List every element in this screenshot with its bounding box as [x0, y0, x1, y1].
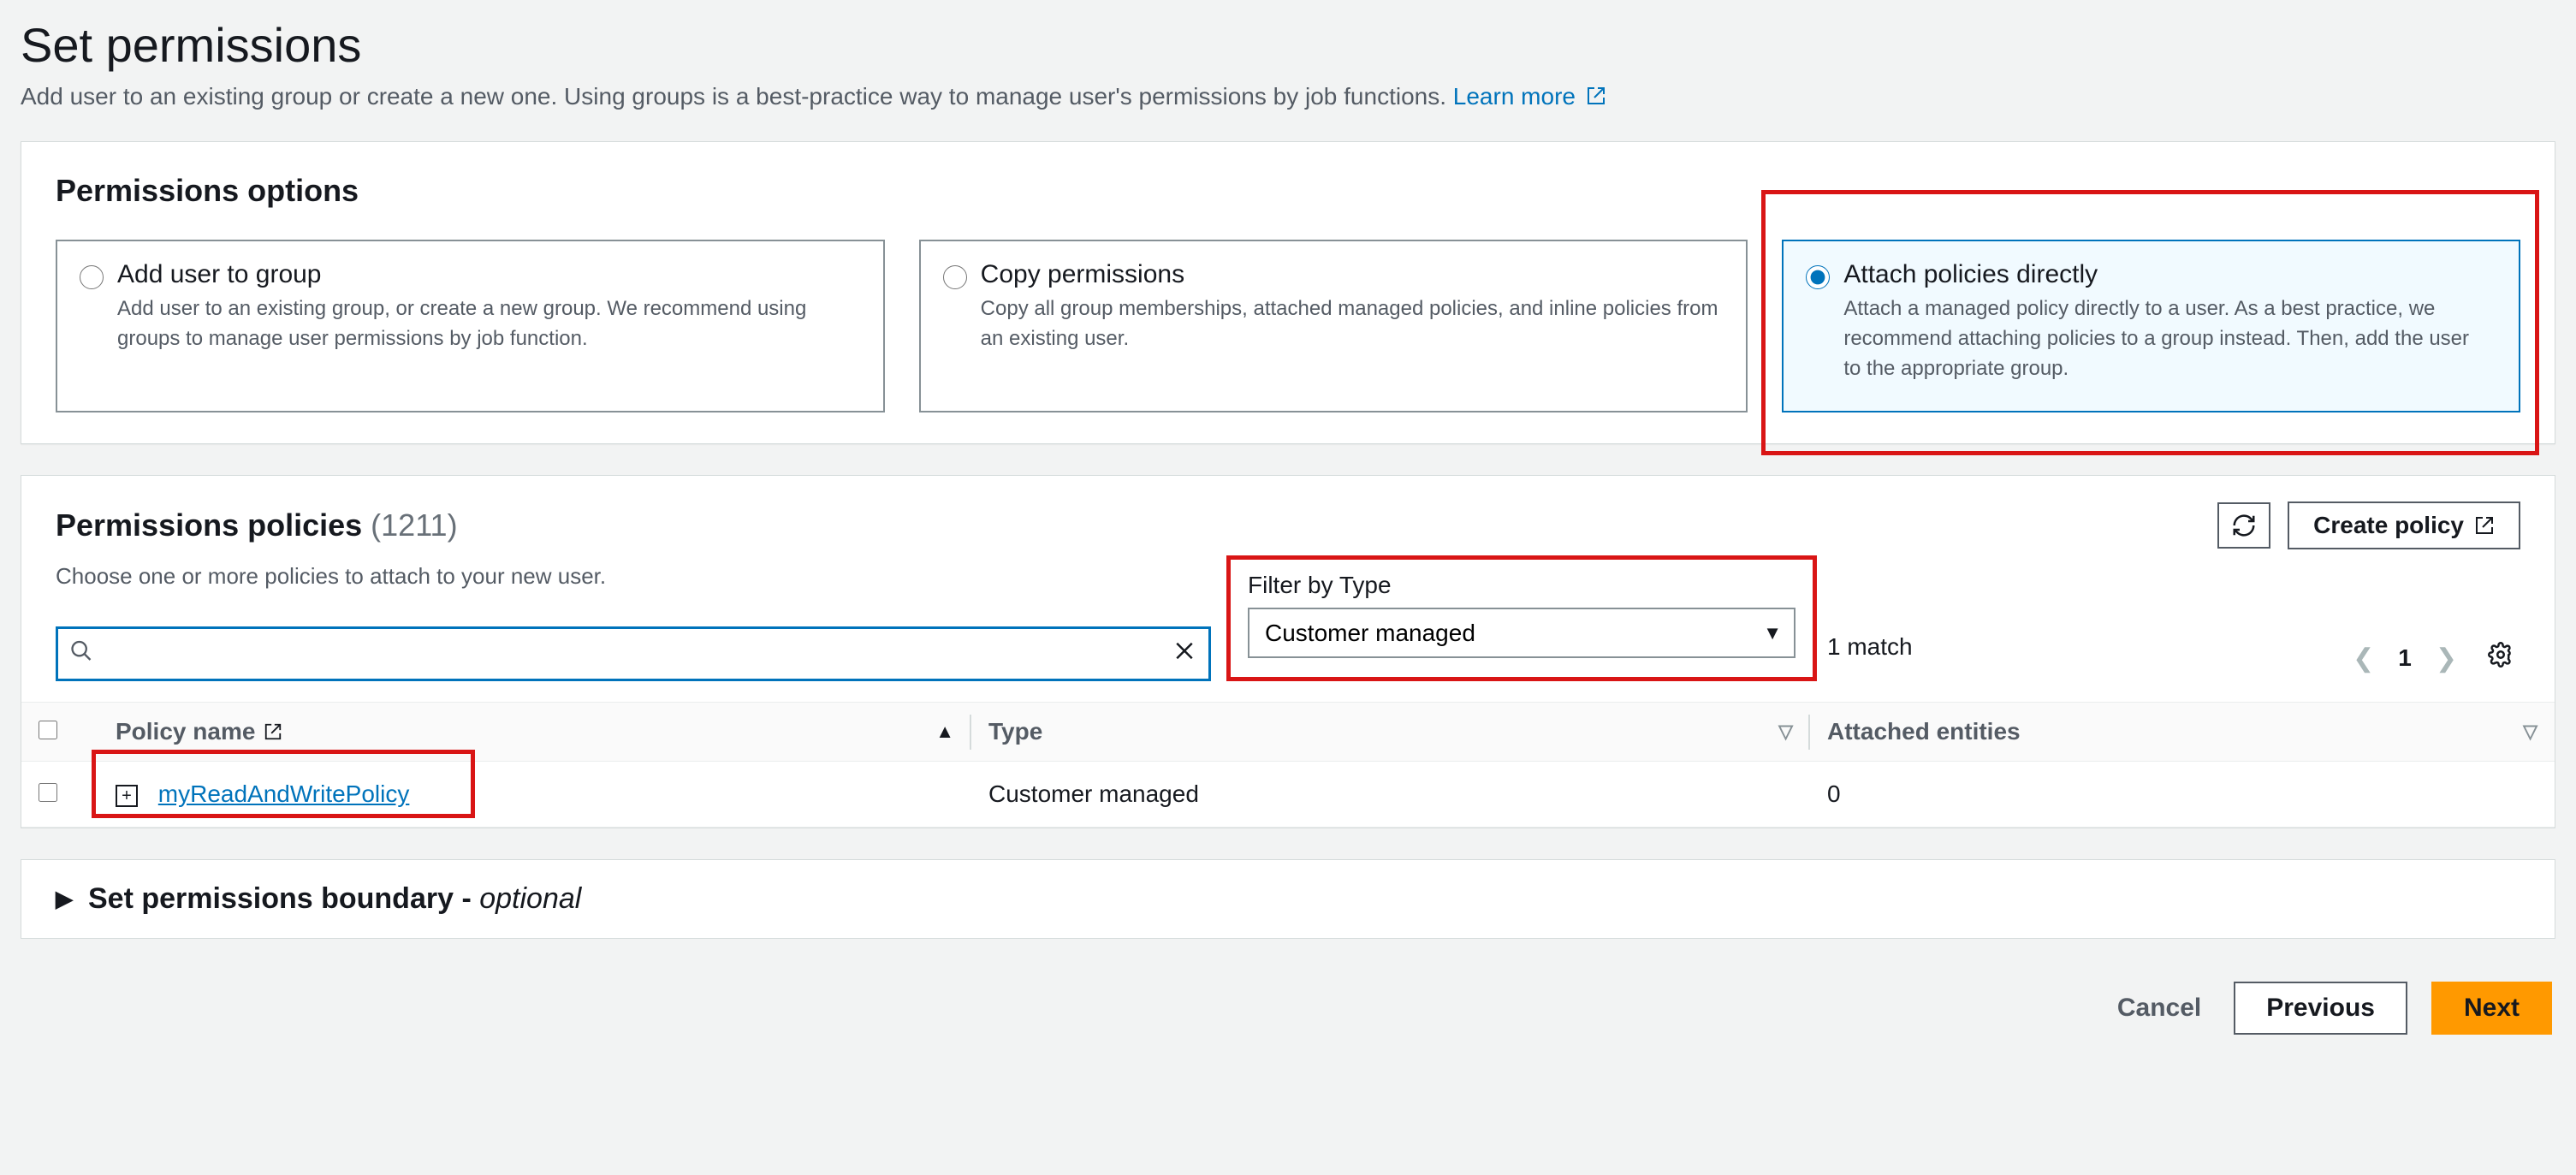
- external-link-icon: [1586, 86, 1606, 106]
- policy-name-link[interactable]: myReadAndWritePolicy: [158, 780, 410, 807]
- refresh-button[interactable]: [2217, 502, 2270, 549]
- permissions-options-heading: Permissions options: [56, 173, 2520, 209]
- permissions-policies-panel: Permissions policies (1211) Create polic…: [21, 475, 2555, 828]
- page-title: Set permissions: [21, 17, 2555, 73]
- row-attached: 0: [1810, 762, 2555, 828]
- permissions-boundary-toggle[interactable]: ▶ Set permissions boundary - optional: [21, 859, 2555, 939]
- col-type[interactable]: Type ▽: [971, 703, 1810, 762]
- boundary-optional: optional: [479, 882, 581, 915]
- option-attach-directly-radio[interactable]: [1806, 265, 1830, 289]
- option-copy-permissions[interactable]: Copy permissions Copy all group membersh…: [919, 240, 1748, 412]
- sort-icon: ▽: [1778, 721, 1793, 743]
- page-prev[interactable]: ❮: [2346, 640, 2381, 677]
- search-icon: [69, 639, 93, 669]
- filter-by-type-select[interactable]: Customer managed: [1248, 608, 1795, 658]
- option-add-to-group[interactable]: Add user to group Add user to an existin…: [56, 240, 885, 412]
- page-description-text: Add user to an existing group or create …: [21, 83, 1453, 110]
- policies-heading: Permissions policies (1211): [56, 507, 458, 543]
- col-attached-entities[interactable]: Attached entities ▽: [1810, 703, 2555, 762]
- option-copy-permissions-desc: Copy all group memberships, attached man…: [981, 294, 1719, 354]
- table-settings-button[interactable]: [2481, 638, 2520, 678]
- sort-asc-icon: ▲: [935, 721, 954, 743]
- option-attach-directly[interactable]: Attach policies directly Attach a manage…: [1782, 240, 2520, 412]
- page-description: Add user to an existing group or create …: [21, 83, 2555, 110]
- refresh-icon: [2231, 513, 2257, 538]
- sort-icon: ▽: [2523, 721, 2537, 743]
- option-add-to-group-radio[interactable]: [80, 265, 104, 289]
- permissions-options-panel: Permissions options Add user to group Ad…: [21, 141, 2555, 444]
- policy-search-input[interactable]: [56, 626, 1211, 681]
- wizard-footer: Cancel Previous Next: [21, 982, 2555, 1035]
- select-all-checkbox[interactable]: [39, 721, 57, 739]
- policies-table: Policy name ▲ Type ▽ Attached ent: [21, 702, 2555, 828]
- gear-icon: [2488, 642, 2514, 668]
- boundary-label: Set permissions boundary -: [88, 882, 479, 915]
- expand-row-icon[interactable]: +: [116, 785, 138, 807]
- table-row[interactable]: + myReadAndWritePolicy Customer managed …: [21, 762, 2555, 828]
- learn-more-link[interactable]: Learn more: [1453, 83, 1606, 110]
- option-add-to-group-title: Add user to group: [117, 260, 856, 289]
- create-policy-button[interactable]: Create policy: [2288, 501, 2520, 549]
- next-button[interactable]: Next: [2431, 982, 2552, 1035]
- match-count-text: 1 match: [1827, 633, 1913, 666]
- policies-count: (1211): [371, 507, 457, 543]
- clear-search-icon[interactable]: [1172, 638, 1197, 670]
- option-attach-directly-title: Attach policies directly: [1843, 260, 2491, 289]
- cancel-button[interactable]: Cancel: [2109, 982, 2210, 1035]
- page-next[interactable]: ❯: [2429, 640, 2464, 677]
- option-add-to-group-desc: Add user to an existing group, or create…: [117, 294, 856, 354]
- option-attach-directly-desc: Attach a managed policy directly to a us…: [1843, 294, 2491, 383]
- row-type: Customer managed: [971, 762, 1810, 828]
- previous-button[interactable]: Previous: [2234, 982, 2407, 1035]
- external-link-icon: [2474, 515, 2495, 536]
- col-policy-name[interactable]: Policy name ▲: [98, 703, 971, 762]
- filter-by-type-label: Filter by Type: [1248, 572, 1795, 599]
- page-number: 1: [2398, 644, 2412, 672]
- option-copy-permissions-title: Copy permissions: [981, 260, 1719, 289]
- highlight-filter-by-type: Filter by Type Customer managed ▼: [1226, 555, 1817, 681]
- row-checkbox[interactable]: [39, 783, 57, 802]
- caret-right-icon: ▶: [56, 886, 73, 912]
- option-copy-permissions-radio[interactable]: [943, 265, 967, 289]
- external-link-icon: [264, 722, 282, 741]
